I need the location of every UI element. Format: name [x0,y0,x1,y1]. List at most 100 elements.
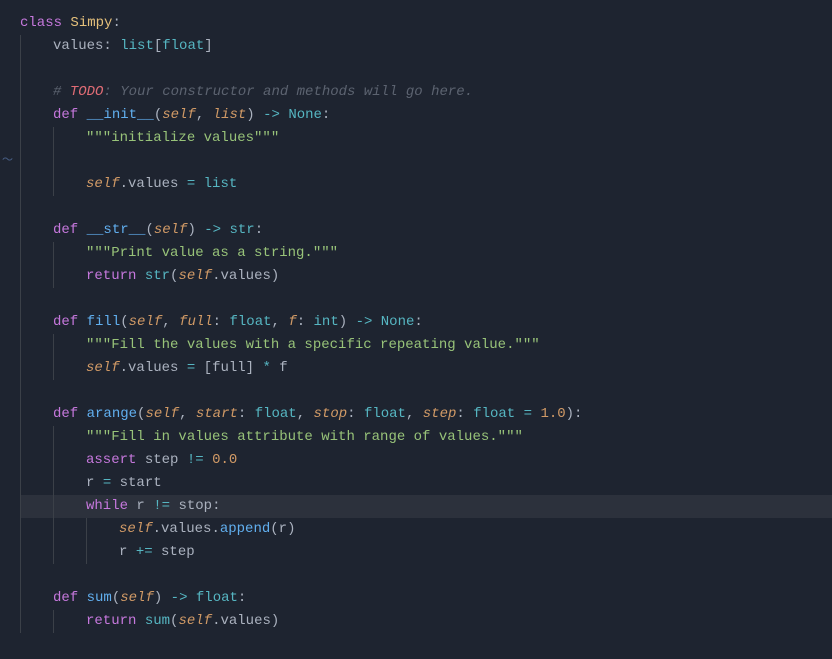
type-none: None [288,107,322,123]
param-self: self [145,406,179,422]
fn-sum: sum [87,590,112,606]
paren: ) [271,613,279,629]
blank-line [20,288,832,311]
paren: ) [339,314,356,330]
type-float: float [255,406,297,422]
type-none: None [381,314,415,330]
comma: , [272,314,289,330]
code-line: class Simpy: [20,12,832,35]
paren: ): [566,406,583,422]
type-float: float [229,314,271,330]
equals: = [187,176,195,192]
dot: . [120,176,128,192]
code-line: def __str__(self) -> str: [20,219,832,242]
code-line: values: list[float] [20,35,832,58]
code-line: def __init__(self, list) -> None: [20,104,832,127]
num-zero: 0.0 [212,452,237,468]
keyword-def: def [53,314,78,330]
param-list: list [213,107,247,123]
keyword-def: def [53,590,78,606]
gutter-hint-icon: 〜 [2,150,13,173]
code-line: self.values = list [20,173,832,196]
paren: ( [270,521,278,537]
bracket: [ [154,38,162,54]
code-line: # TODO: Your constructor and methods wil… [20,81,832,104]
todo-marker: TODO [70,84,104,100]
self: self [119,521,153,537]
var-f: f [279,360,287,376]
paren: ( [112,590,120,606]
colon: : [456,406,473,422]
colon: : [238,406,255,422]
attr-values: values [161,521,211,537]
op-ne: != [153,498,170,514]
fn-str: __str__ [87,222,146,238]
fn-fill: fill [87,314,121,330]
attr-values: values [220,268,270,284]
blank-line [20,58,832,81]
fn-init: __init__ [87,107,154,123]
type-float: float [162,38,204,54]
bracket: [ [195,360,212,376]
attr-values: values [128,176,178,192]
builtin-str: str [145,268,170,284]
param-stop: stop [314,406,348,422]
code-line: def fill(self, full: float, f: int) -> N… [20,311,832,334]
op-plus-eq: += [136,544,153,560]
type-list: list [120,38,154,54]
paren: ( [154,107,162,123]
comment-text: : Your constructor and methods will go h… [103,84,473,100]
type-str: str [229,222,254,238]
colon: : [112,15,120,31]
var-step: step [161,544,195,560]
var-values: values [53,38,103,54]
comment-hash: # [53,84,70,100]
dot: . [153,521,161,537]
param-step: step [423,406,457,422]
code-line: def sum(self) -> float: [20,587,832,610]
code-line: """initialize values""" [20,127,832,150]
colon: : [212,498,220,514]
keyword-class: class [20,15,62,31]
param-f: f [288,314,296,330]
arrow: -> [171,590,188,606]
paren: ) [287,521,295,537]
paren: ( [120,314,128,330]
param-start: start [196,406,238,422]
code-line: assert step != 0.0 [20,449,832,472]
var-r: r [279,521,287,537]
blank-line: 〜 [20,150,832,173]
code-line: self.values.append(r) [20,518,832,541]
type-float: float [196,590,238,606]
var-step: step [145,452,179,468]
attr-values: values [128,360,178,376]
colon: : [414,314,422,330]
code-line: """Fill the values with a specific repea… [20,334,832,357]
dot: . [120,360,128,376]
code-line-current: while r != stop: [20,495,832,518]
param-full: full [179,314,213,330]
star: * [262,360,270,376]
bracket: ] [246,360,263,376]
arrow: -> [356,314,373,330]
code-line: r = start [20,472,832,495]
var-full: full [212,360,246,376]
colon: : [297,314,314,330]
val-list: list [204,176,238,192]
param-self: self [154,222,188,238]
colon: : [238,590,246,606]
self: self [178,268,212,284]
type-float: float [364,406,406,422]
fn-arange: arange [87,406,137,422]
keyword-def: def [53,222,78,238]
code-line: self.values = [full] * f [20,357,832,380]
keyword-return: return [86,613,136,629]
code-editor[interactable]: class Simpy: values: list[float] # TODO:… [20,12,832,633]
param-self: self [120,590,154,606]
keyword-def: def [53,107,78,123]
var-stop: stop [178,498,212,514]
docstring: """Print value as a string.""" [86,245,338,261]
type-int: int [314,314,339,330]
self: self [86,176,120,192]
param-self: self [129,314,163,330]
